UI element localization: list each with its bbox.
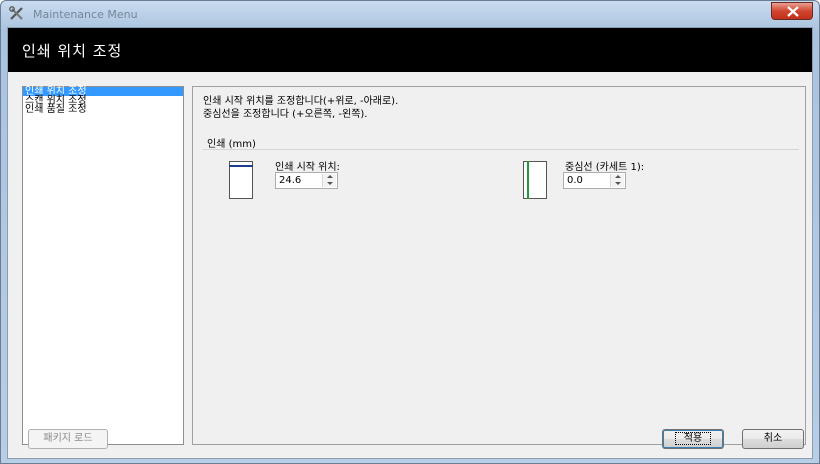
center-line-value[interactable]: 0.0 <box>567 175 583 186</box>
print-start-spin-buttons <box>322 174 336 187</box>
print-start-position-icon <box>229 161 253 199</box>
print-start-down-arrow-icon[interactable] <box>323 181 336 187</box>
print-start-stepper[interactable]: 24.6 <box>275 172 338 189</box>
nav-item-print-quality[interactable]: 인쇄 품질 조정 <box>23 105 183 115</box>
page-title: 인쇄 위치 조정 <box>22 42 123 60</box>
group-divider <box>203 149 799 150</box>
close-icon <box>787 6 799 17</box>
description-line-2: 중심선을 조정합니다 (+오른쪽, -왼쪽). <box>203 109 368 120</box>
center-line-stepper[interactable]: 0.0 <box>563 172 626 189</box>
center-line-spin-buttons <box>610 174 624 187</box>
center-line-icon <box>523 161 547 199</box>
group-title: 인쇄 (mm) <box>207 139 256 150</box>
center-line-label: 중심선 (카세트 1): <box>565 162 645 173</box>
dialog-body: 인쇄 위치 조정 인쇄 위치 조정 스캔 위치 조정 인쇄 품질 조정 인쇄 시… <box>7 27 813 459</box>
print-start-value[interactable]: 24.6 <box>279 175 301 186</box>
description: 인쇄 시작 위치를 조정합니다(+위로, -아래로). 중심선을 조정합니다 (… <box>203 95 398 121</box>
title-bar[interactable]: Maintenance Menu <box>1 1 819 27</box>
window-frame: Maintenance Menu 인쇄 위치 조정 인쇄 위치 조정 스캔 위치… <box>0 0 820 464</box>
center-marker-line <box>527 161 529 199</box>
apply-button[interactable]: 적용 <box>662 429 724 449</box>
settings-panel: 인쇄 시작 위치를 조정합니다(+위로, -아래로). 중심선을 조정합니다 (… <box>192 86 806 445</box>
package-load-button[interactable]: 패키지 로드 <box>28 429 108 449</box>
tools-icon <box>9 6 25 22</box>
header-banner: 인쇄 위치 조정 <box>8 28 812 72</box>
start-marker-line <box>229 165 253 167</box>
print-start-up-arrow-icon[interactable] <box>323 174 336 180</box>
close-button[interactable] <box>771 2 813 20</box>
window-title: Maintenance Menu <box>33 8 138 21</box>
cancel-button[interactable]: 취소 <box>742 429 804 449</box>
apply-button-label: 적용 <box>674 432 712 445</box>
center-line-up-arrow-icon[interactable] <box>611 174 624 180</box>
description-line-1: 인쇄 시작 위치를 조정합니다(+위로, -아래로). <box>203 96 399 107</box>
menu-list[interactable]: 인쇄 위치 조정 스캔 위치 조정 인쇄 품질 조정 <box>22 86 184 445</box>
center-line-down-arrow-icon[interactable] <box>611 181 624 187</box>
print-start-label: 인쇄 시작 위치: <box>275 162 340 173</box>
